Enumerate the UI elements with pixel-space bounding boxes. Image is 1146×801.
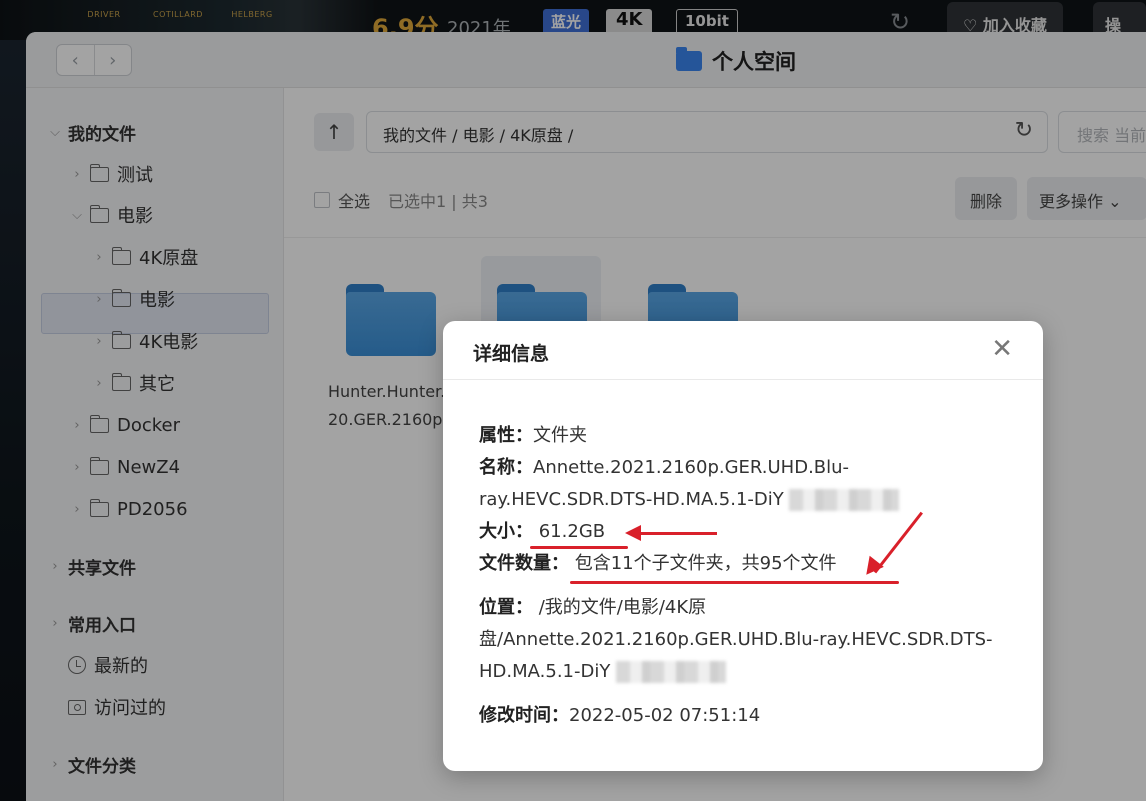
dialog-title: 详细信息 bbox=[473, 343, 550, 365]
file-count-label: 文件数量： bbox=[479, 553, 569, 574]
file-count-value: 包含11个子文件夹，共95个文件 bbox=[574, 553, 837, 574]
modified-row: 修改时间：2022-05-02 07:51:14 bbox=[479, 700, 1007, 732]
location-label: 位置： bbox=[479, 597, 533, 618]
location-value: /我的文件/电影/4K原盘/Annette.2021.2160p.GER.UHD… bbox=[479, 597, 993, 682]
dialog-header: 详细信息 ✕ bbox=[443, 321, 1043, 380]
name-label: 名称： bbox=[479, 457, 533, 478]
attribute-row: 属性：文件夹 bbox=[479, 420, 1007, 452]
size-value: 61.2GB bbox=[538, 521, 606, 542]
attribute-value: 文件夹 bbox=[533, 425, 587, 446]
size-row: 大小： 61.2GB bbox=[479, 516, 1007, 548]
count-underline-annotation bbox=[570, 581, 899, 584]
size-label: 大小： bbox=[479, 521, 533, 542]
size-underline-annotation bbox=[530, 546, 628, 549]
redaction-blur bbox=[616, 661, 727, 683]
attribute-label: 属性： bbox=[479, 425, 533, 446]
modified-label: 修改时间： bbox=[479, 705, 569, 726]
details-dialog: 详细信息 ✕ 属性：文件夹 名称：Annette.2021.2160p.GER.… bbox=[443, 321, 1043, 771]
name-row: 名称：Annette.2021.2160p.GER.UHD.Blu-ray.HE… bbox=[479, 452, 1007, 516]
modified-value: 2022-05-02 07:51:14 bbox=[569, 705, 761, 726]
close-icon[interactable]: ✕ bbox=[991, 336, 1013, 362]
location-row: 位置： /我的文件/电影/4K原盘/Annette.2021.2160p.GER… bbox=[479, 592, 1007, 688]
size-arrowhead-annotation bbox=[625, 525, 641, 541]
dialog-body: 属性：文件夹 名称：Annette.2021.2160p.GER.UHD.Blu… bbox=[443, 380, 1043, 732]
size-arrow-annotation bbox=[639, 532, 717, 535]
file-count-row: 文件数量： 包含11个子文件夹，共95个文件 bbox=[479, 548, 1007, 580]
redaction-blur bbox=[789, 489, 900, 511]
